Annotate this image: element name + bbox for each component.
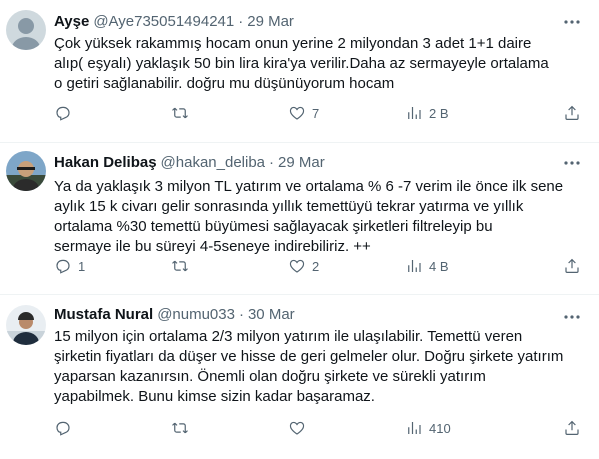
- like-count: 7: [312, 105, 320, 121]
- tweet-actions: 1 2 4 B: [54, 257, 581, 275]
- tweet-text-line: Ya da yaklaşık 3 milyon TL yatırım ve or…: [54, 178, 564, 195]
- like-icon: [289, 106, 305, 120]
- tweet-content: Hakan Delibaş @hakan_deliba · 29 Mar Ya …: [54, 153, 583, 257]
- user-handle[interactable]: @numu033: [157, 305, 235, 325]
- share-icon: [565, 258, 579, 273]
- like-count: 2: [312, 258, 320, 274]
- reply-button[interactable]: [54, 419, 171, 437]
- retweet-icon: [172, 107, 188, 119]
- tweet-text-line: Çok yüksek rakammış hocam onun yerine 2 …: [54, 35, 532, 52]
- like-button[interactable]: 7: [288, 104, 405, 122]
- avatar-default[interactable]: [6, 10, 46, 50]
- separator-dot: ·: [269, 154, 275, 171]
- like-button[interactable]: [288, 419, 405, 437]
- share-button[interactable]: [563, 257, 581, 275]
- separator-dot: ·: [238, 306, 244, 323]
- reply-count: 1: [78, 258, 86, 274]
- tweet-header: Hakan Delibaş @hakan_deliba · 29 Mar: [54, 153, 583, 173]
- views-icon: [408, 107, 421, 119]
- tweet-actions: 7 2 B: [54, 104, 581, 122]
- more-icon[interactable]: [563, 153, 581, 171]
- timestamp[interactable]: 29 Mar: [247, 12, 294, 32]
- tweet[interactable]: Hakan Delibaş @hakan_deliba · 29 Mar Ya …: [0, 143, 599, 295]
- reply-icon: [56, 106, 70, 121]
- like-icon: [289, 421, 305, 435]
- display-name[interactable]: Hakan Delibaş: [54, 153, 157, 173]
- user-handle[interactable]: @hakan_deliba: [161, 153, 265, 173]
- tweet-text: 15 milyon için ortalama 2/3 milyon yatır…: [54, 327, 583, 407]
- timestamp[interactable]: 30 Mar: [248, 305, 295, 325]
- tweet[interactable]: Ayşe @Aye735051494241 · 29 Mar Çok yükse…: [0, 0, 599, 143]
- retweet-button[interactable]: [171, 419, 288, 437]
- views-count: 4 B: [429, 258, 449, 274]
- reply-button[interactable]: [54, 104, 171, 122]
- tweet-text-line: 15 milyon için ortalama 2/3 milyon yatır…: [54, 328, 523, 345]
- views-button[interactable]: 2 B: [405, 104, 522, 122]
- display-name[interactable]: Mustafa Nural: [54, 305, 153, 325]
- views-count: 2 B: [429, 105, 449, 121]
- tweet-text-line: sermaye ile bu süreyi 4-5seneye indirebi…: [54, 238, 371, 255]
- share-icon: [565, 105, 579, 120]
- retweet-icon: [172, 260, 188, 272]
- tweet-header: Ayşe @Aye735051494241 · 29 Mar: [54, 12, 583, 32]
- tweet-text-line: alıp( eşyalı) yaklaşık 50 bin lira kira'…: [54, 55, 549, 72]
- tweet-text-line: yapabilmek. Bunu kimse sizin kadar başar…: [54, 388, 375, 405]
- tweet-text-line: yaparsan kazanırsın. Önemli olan doğru ş…: [54, 368, 486, 385]
- views-icon: [408, 260, 421, 272]
- views-button[interactable]: 4 B: [405, 257, 522, 275]
- more-icon[interactable]: [563, 12, 581, 30]
- separator-dot: ·: [238, 13, 244, 30]
- retweet-button[interactable]: [171, 104, 288, 122]
- tweet-content: Ayşe @Aye735051494241 · 29 Mar Çok yükse…: [54, 12, 583, 94]
- tweet-actions: 410: [54, 419, 581, 437]
- more-icon[interactable]: [563, 307, 581, 325]
- share-button[interactable]: [563, 104, 581, 122]
- share-button[interactable]: [563, 419, 581, 437]
- views-count: 410: [429, 420, 451, 436]
- tweet-text-line: o getiri sağlanabilir. doğru mu düşünüyo…: [54, 75, 395, 92]
- retweet-button[interactable]: [171, 257, 288, 275]
- share-icon: [565, 420, 579, 435]
- display-name[interactable]: Ayşe: [54, 12, 89, 32]
- tweet-text: Çok yüksek rakammış hocam onun yerine 2 …: [54, 34, 583, 94]
- avatar-hakan[interactable]: [6, 151, 46, 191]
- tweet-text-line: şirketin fiyatları da düşer ve hisse de …: [54, 348, 564, 365]
- tweet-content: Mustafa Nural @numu033 · 30 Mar 15 milyo…: [54, 305, 583, 407]
- views-button[interactable]: 410: [405, 419, 522, 437]
- reply-icon: [56, 421, 70, 436]
- tweet-text-line: aylık 15 k civarı gelir sonrasında yıllı…: [54, 198, 524, 215]
- tweet-text-line: ortalama %30 temettü büyümesi sağlayacak…: [54, 218, 493, 235]
- tweet-text: Ya da yaklaşık 3 milyon TL yatırım ve or…: [54, 177, 583, 257]
- avatar-mustafa[interactable]: [6, 305, 46, 345]
- reply-icon: [56, 259, 70, 274]
- timestamp[interactable]: 29 Mar: [278, 153, 325, 173]
- like-icon: [289, 259, 305, 273]
- tweet-header: Mustafa Nural @numu033 · 30 Mar: [54, 305, 583, 325]
- reply-feed: Ayşe @Aye735051494241 · 29 Mar Çok yükse…: [0, 0, 599, 459]
- reply-button[interactable]: 1: [54, 257, 171, 275]
- tweet[interactable]: Mustafa Nural @numu033 · 30 Mar 15 milyo…: [0, 295, 599, 459]
- like-button[interactable]: 2: [288, 257, 405, 275]
- user-handle[interactable]: @Aye735051494241: [93, 12, 234, 32]
- retweet-icon: [172, 422, 188, 434]
- views-icon: [408, 422, 421, 434]
